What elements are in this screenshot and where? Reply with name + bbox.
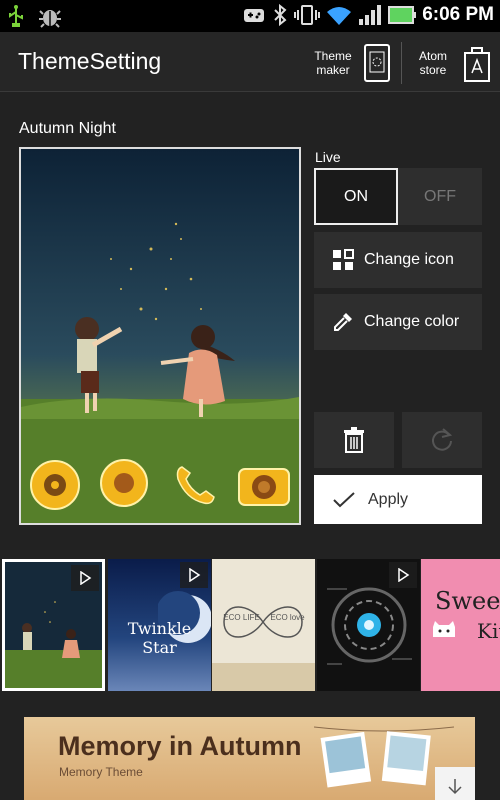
status-bar: 6:06 PM (0, 0, 500, 32)
dock-icons (29, 459, 291, 511)
header-divider (401, 42, 402, 84)
theme-settings-panel: Autumn Night Live ON OFF Change icon Cha… (0, 92, 500, 800)
eyedropper-icon (334, 313, 352, 331)
vibrate-icon (294, 5, 321, 25)
live-toggle: ON OFF (314, 168, 482, 225)
theme-preview (19, 147, 301, 525)
gamepad-icon (244, 9, 265, 22)
play-icon (189, 568, 201, 582)
page-title: ThemeSetting (18, 48, 162, 74)
polaroid-photos-icon (314, 726, 454, 788)
message-icon (100, 459, 149, 507)
music-icon (30, 460, 80, 510)
theme-thumbnail-strip: Twinkle Star ECO LIFE ECO love Swee Ki (0, 557, 500, 693)
change-color-button[interactable]: Change color (314, 294, 482, 350)
featured-theme-banner[interactable]: Memory in Autumn Memory Theme (24, 717, 475, 800)
bluetooth-icon (274, 3, 287, 27)
sweet-label: Sweet (435, 587, 500, 615)
theme-maker-button[interactable]: Theme maker (312, 40, 392, 86)
kitty-label: Kit (477, 619, 500, 643)
refresh-icon (432, 428, 453, 451)
atom-store-label: Atom store (418, 49, 447, 77)
change-color-label: Change color (364, 313, 460, 330)
reset-button[interactable] (402, 412, 482, 468)
atom-store-button[interactable]: Atom store (412, 40, 492, 86)
download-icon (448, 779, 462, 795)
debug-bug-icon (39, 10, 61, 28)
live-off-button[interactable]: OFF (398, 168, 482, 225)
store-bag-icon (464, 47, 490, 82)
live-on-button[interactable]: ON (314, 168, 398, 225)
preview-play-button[interactable] (180, 562, 208, 588)
preview-play-button[interactable] (71, 565, 99, 591)
theme-maker-label: Theme maker (314, 49, 352, 77)
theme-thumbnail[interactable] (2, 559, 105, 691)
change-icon-label: Change icon (364, 251, 454, 268)
battery-icon (388, 6, 417, 24)
title-bar: ThemeSetting Theme maker Atom store (0, 32, 500, 92)
banner-subtitle: Memory Theme (59, 765, 143, 779)
camera-icon (237, 468, 290, 506)
cat-icon (433, 621, 455, 637)
banner-title: Memory in Autumn (58, 731, 302, 761)
theme-thumbnail[interactable]: Twinkle Star (108, 559, 211, 691)
signal-icon (359, 5, 382, 25)
theme-name: Autumn Night (19, 120, 116, 137)
checkmark-icon (333, 491, 355, 507)
live-label: Live (315, 149, 341, 165)
apply-label: Apply (368, 490, 409, 508)
apply-button[interactable]: Apply (314, 475, 482, 524)
theme-thumbnail[interactable]: Sweet Kit (421, 559, 500, 691)
theme-thumbnail[interactable] (317, 559, 420, 691)
grid-icon (333, 249, 354, 270)
wifi-icon (327, 7, 352, 25)
thumbnail-title: Twinkle Star (127, 619, 192, 657)
delete-button[interactable] (314, 412, 394, 468)
phone-icon (176, 466, 215, 505)
phone-theme-icon (364, 44, 390, 82)
thumbnail-stripe (212, 663, 315, 691)
eco-love-label: ECO love (270, 613, 305, 622)
infinity-icon (223, 606, 303, 638)
clock: 6:06 PM (422, 4, 494, 25)
trash-icon (344, 427, 364, 453)
preview-play-button[interactable] (389, 562, 417, 588)
download-button[interactable] (435, 767, 475, 800)
play-icon (398, 568, 410, 582)
play-icon (80, 571, 92, 585)
usb-icon (9, 5, 23, 27)
change-icon-button[interactable]: Change icon (314, 232, 482, 288)
theme-thumbnail[interactable]: ECO LIFE ECO love (212, 559, 315, 691)
